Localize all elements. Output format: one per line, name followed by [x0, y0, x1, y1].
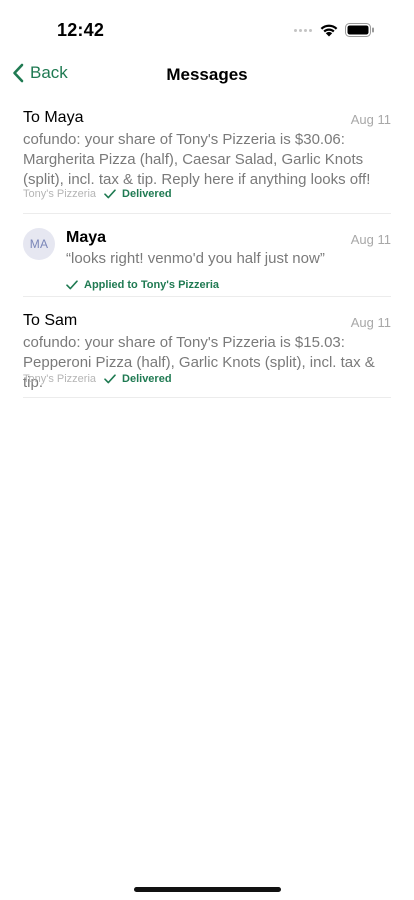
message-item[interactable]: To Maya Aug 11 cofundo: your share of To…: [23, 105, 391, 214]
checkmark-icon: [104, 189, 116, 199]
wifi-icon: [320, 24, 338, 37]
message-date: Aug 11: [350, 112, 391, 127]
message-meta: Applied to Tony's Pizzeria: [66, 279, 219, 291]
applied-status: Applied to Tony's Pizzeria: [84, 279, 220, 291]
page-title: Messages: [166, 65, 248, 84]
navigation-bar: Back Messages: [0, 58, 414, 92]
message-item[interactable]: MA Maya Aug 11 “looks right! venmo'd you…: [23, 214, 391, 297]
message-source: Tony's Pizzeria: [23, 188, 97, 200]
cellular-signal-icon: [294, 29, 312, 32]
message-sender: Maya: [66, 229, 107, 246]
status-bar: 12:42: [0, 0, 414, 60]
message-item[interactable]: To Sam Aug 11 cofundo: your share of Ton…: [23, 297, 391, 398]
delivery-status: Delivered: [122, 188, 172, 200]
checkmark-icon: [104, 374, 116, 384]
message-source: Tony's Pizzeria: [23, 373, 97, 385]
message-meta: Tony's Pizzeria Delivered: [23, 373, 172, 385]
message-date: Aug 11: [350, 232, 391, 247]
status-time: 12:42: [57, 20, 105, 40]
delivery-status: Delivered: [122, 373, 172, 385]
message-recipient: To Sam: [23, 312, 78, 329]
home-indicator[interactable]: [134, 887, 281, 892]
message-recipient: To Maya: [23, 109, 84, 126]
avatar: MA: [23, 228, 55, 260]
reply-quote: “looks right! venmo'd you half just now”: [66, 250, 325, 267]
message-body: cofundo: your share of Tony's Pizzeria i…: [23, 131, 371, 188]
checkmark-icon: [66, 280, 78, 290]
battery-icon: [345, 23, 374, 37]
message-meta: Tony's Pizzeria Delivered: [23, 188, 172, 200]
message-list: To Maya Aug 11 cofundo: your share of To…: [23, 105, 391, 398]
message-date: Aug 11: [350, 315, 391, 330]
